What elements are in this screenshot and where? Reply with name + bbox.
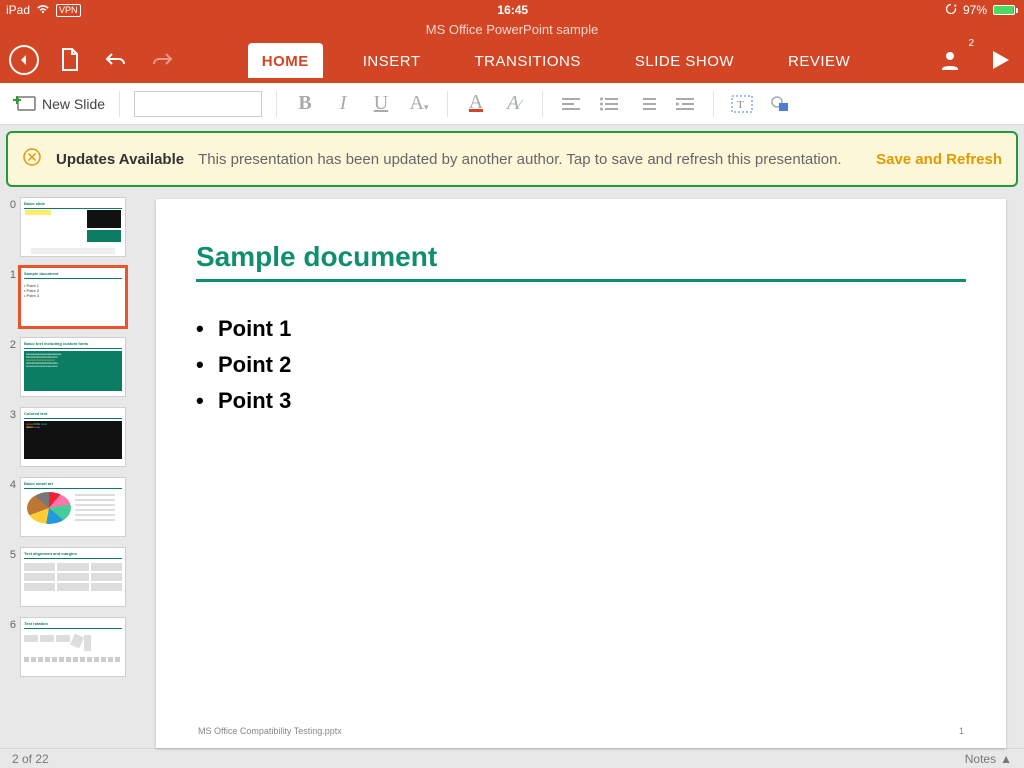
- highlight-button[interactable]: A∕: [500, 90, 528, 118]
- slide-canvas-area[interactable]: Sample document Point 1 Point 2 Point 3 …: [150, 193, 1024, 748]
- bullets-button[interactable]: [595, 90, 623, 118]
- document-title: MS Office PowerPoint sample: [0, 20, 1024, 37]
- tab-slideshow[interactable]: SLIDE SHOW: [621, 43, 748, 78]
- banner-close-icon[interactable]: [22, 147, 42, 171]
- thumb-number: 0: [4, 197, 16, 211]
- thumbnail-slide-0[interactable]: Basic slide: [20, 197, 126, 257]
- chevron-up-icon: ▲: [1000, 752, 1012, 766]
- thumb-number: 2: [4, 337, 16, 351]
- device-label: iPad: [6, 3, 30, 17]
- thumb-number: 6: [4, 617, 16, 631]
- slide-counter: 2 of 22: [12, 752, 49, 766]
- new-slide-label: New Slide: [42, 96, 105, 112]
- italic-button[interactable]: I: [329, 90, 357, 118]
- thumbnail-slide-4[interactable]: Basic smart art: [20, 477, 126, 537]
- ribbon: New Slide B I U A▾ A A∕ T: [0, 83, 1024, 125]
- file-button[interactable]: [54, 44, 86, 76]
- ribbon-tabs: HOME INSERT TRANSITIONS SLIDE SHOW REVIE…: [178, 43, 934, 78]
- thumbnail-slide-6[interactable]: Text rotation: [20, 617, 126, 677]
- tab-insert[interactable]: INSERT: [349, 43, 435, 78]
- thumbnail-slide-1[interactable]: Sample document • Point 1 • Point 2 • Po…: [20, 267, 126, 327]
- shapes-button[interactable]: [766, 90, 794, 118]
- slide-thumbnail-panel[interactable]: 0 Basic slide 1 Sample document • Point …: [0, 193, 150, 748]
- new-slide-button[interactable]: New Slide: [12, 94, 105, 114]
- ios-status-bar: iPad VPN 16:45 97%: [0, 0, 1024, 20]
- textbox-button[interactable]: T: [728, 90, 756, 118]
- slide-footer-filename: MS Office Compatibility Testing.pptx: [198, 726, 342, 736]
- redo-button[interactable]: [146, 44, 178, 76]
- tab-home[interactable]: HOME: [248, 43, 323, 78]
- thumbnail-slide-2[interactable]: Basic text including custom fonts aaaaaa…: [20, 337, 126, 397]
- font-color-button[interactable]: A: [462, 90, 490, 118]
- back-button[interactable]: [8, 44, 40, 76]
- bullet-item[interactable]: Point 2: [218, 352, 966, 378]
- slide-footer-pagenum: 1: [959, 726, 964, 736]
- thumb-number: 3: [4, 407, 16, 421]
- wifi-icon: [36, 3, 50, 17]
- updates-banner: Updates Available This presentation has …: [6, 131, 1018, 187]
- app-header: MS Office PowerPoint sample HOME INSERT: [0, 20, 1024, 83]
- battery-icon: [993, 5, 1018, 15]
- tab-transitions[interactable]: TRANSITIONS: [461, 43, 595, 78]
- thumb-number: 4: [4, 477, 16, 491]
- bullet-item[interactable]: Point 3: [218, 388, 966, 414]
- rotation-lock-icon: [945, 3, 957, 18]
- banner-title: Updates Available: [56, 151, 184, 168]
- bold-button[interactable]: B: [291, 90, 319, 118]
- font-name-input[interactable]: [134, 91, 262, 117]
- svg-text:T: T: [737, 99, 744, 111]
- tab-review[interactable]: REVIEW: [774, 43, 864, 78]
- slide-title[interactable]: Sample document: [196, 241, 966, 273]
- thumbnail-slide-3[interactable]: Colored text aaaa bbbb ccccdddd eeee: [20, 407, 126, 467]
- thumb-number: 1: [4, 267, 16, 281]
- play-slideshow-button[interactable]: [984, 44, 1016, 76]
- undo-button[interactable]: [100, 44, 132, 76]
- user-count: 2: [968, 38, 974, 49]
- notes-toggle[interactable]: Notes ▲: [965, 752, 1012, 766]
- status-footer: 2 of 22 Notes ▲: [0, 748, 1024, 768]
- align-button[interactable]: [557, 90, 585, 118]
- title-rule: [196, 279, 966, 282]
- banner-action[interactable]: Save and Refresh: [876, 151, 1002, 168]
- font-size-button[interactable]: A▾: [405, 90, 433, 118]
- numbering-button[interactable]: [633, 90, 661, 118]
- status-time: 16:45: [81, 3, 945, 17]
- slide-body[interactable]: Point 1 Point 2 Point 3: [196, 312, 966, 424]
- banner-message: This presentation has been updated by an…: [198, 151, 862, 168]
- thumb-number: 5: [4, 547, 16, 561]
- slide-canvas[interactable]: Sample document Point 1 Point 2 Point 3 …: [156, 199, 1006, 748]
- battery-percent: 97%: [963, 3, 987, 17]
- vpn-badge: VPN: [56, 4, 81, 17]
- notes-label: Notes: [965, 752, 996, 766]
- share-users-button[interactable]: 2: [934, 44, 966, 76]
- underline-button[interactable]: U: [367, 90, 395, 118]
- thumbnail-slide-5[interactable]: Text alignment and margins: [20, 547, 126, 607]
- bullet-item[interactable]: Point 1: [218, 316, 966, 342]
- indent-button[interactable]: [671, 90, 699, 118]
